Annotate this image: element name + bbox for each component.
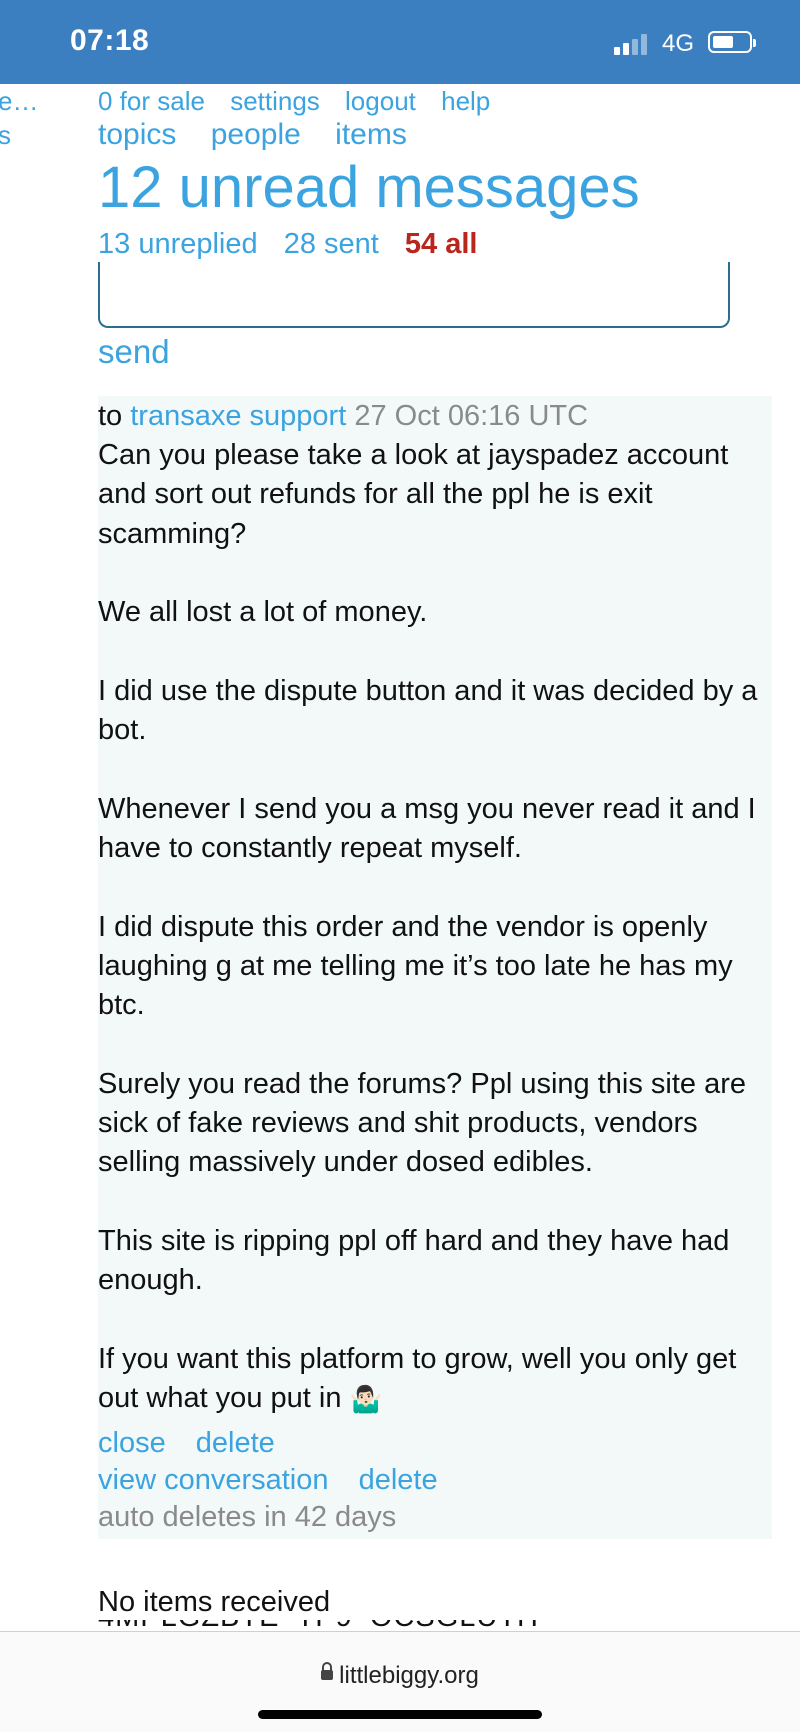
recipient-link[interactable]: transaxe support <box>130 400 346 432</box>
message-date: 27 Oct 06:16 UTC <box>354 400 589 432</box>
message-meta: to transaxe support 27 Oct 06:16 UTC <box>98 396 588 436</box>
network-type: 4G <box>662 30 695 57</box>
message-paragraph: Surely you read the forums? Ppl using th… <box>98 1067 746 1179</box>
top-nav: 0 for sale settings logout help <box>98 84 508 118</box>
view-conversation-link[interactable]: view conversation <box>98 1464 329 1496</box>
message-actions: close delete view conversation delete au… <box>98 1425 460 1536</box>
message-paragraph-text: If you want this platform to grow, well … <box>98 1342 737 1415</box>
message-paragraph: I did use the dispute button and it was … <box>98 674 758 747</box>
signal-icon <box>614 33 650 55</box>
people-link[interactable]: people <box>211 118 301 151</box>
items-link[interactable]: items <box>335 118 407 151</box>
battery-icon <box>708 31 756 53</box>
page-title: 12 unread messages <box>98 155 640 220</box>
truncated-left-link-1[interactable]: e… <box>0 84 38 118</box>
message-paragraph: We all lost a lot of money. <box>98 596 428 629</box>
status-bar: 07:18 4G <box>0 0 800 84</box>
home-indicator[interactable] <box>258 1710 542 1719</box>
message-filters: 13 unreplied 28 sent 54 all <box>98 226 477 262</box>
message-paragraph-last: If you want this platform to grow, well … <box>98 1340 778 1419</box>
next-message-title: No items received <box>98 1586 331 1618</box>
message-paragraph: I did dispute this order and the vendor … <box>98 910 733 1022</box>
for-sale-link[interactable]: 0 for sale <box>98 86 205 116</box>
send-link[interactable]: send <box>98 332 170 372</box>
lock-icon <box>321 1661 334 1680</box>
filter-all[interactable]: 54 all <box>405 228 478 260</box>
message-paragraph: Whenever I send you a msg you never read… <box>98 792 756 864</box>
filter-sent[interactable]: 28 sent <box>284 228 379 260</box>
shrug-emoji-icon: 🤷🏻‍♂️ <box>349 1383 382 1414</box>
url-bar[interactable]: littlebiggy.org <box>0 1661 800 1690</box>
delete-link[interactable]: delete <box>196 1427 275 1459</box>
url-text: littlebiggy.org <box>339 1662 479 1689</box>
logout-link[interactable]: logout <box>345 86 416 116</box>
message-paragraph: Can you please take a look at jayspadez … <box>98 439 729 550</box>
topics-link[interactable]: topics <box>98 118 176 151</box>
help-link[interactable]: help <box>441 86 490 116</box>
message-body: Can you please take a look at jayspadez … <box>98 436 778 1419</box>
truncated-left-link-2[interactable]: s <box>0 118 38 152</box>
message-textarea[interactable] <box>98 262 730 328</box>
status-time: 07:18 <box>70 24 150 57</box>
to-prefix: to <box>98 400 123 432</box>
settings-link[interactable]: settings <box>230 86 320 116</box>
delete-conversation-link[interactable]: delete <box>359 1464 438 1496</box>
main-nav: topics people items <box>98 117 433 153</box>
next-message-cut-text: 4MPLGZBTE_TP9_OCSGLUTH <box>98 1620 698 1628</box>
message-paragraph: This site is ripping ppl off hard and th… <box>98 1224 730 1297</box>
message-card: to transaxe support 27 Oct 06:16 UTC Can… <box>98 396 772 1539</box>
filter-unreplied[interactable]: 13 unreplied <box>98 228 258 260</box>
auto-delete-note: auto deletes in 42 days <box>98 1501 397 1533</box>
close-link[interactable]: close <box>98 1427 166 1459</box>
truncated-left-column[interactable]: e… s <box>0 84 38 152</box>
next-message-cut: 4MPLGZBTE_TP9_OCSGLUTH <box>98 1620 698 1628</box>
